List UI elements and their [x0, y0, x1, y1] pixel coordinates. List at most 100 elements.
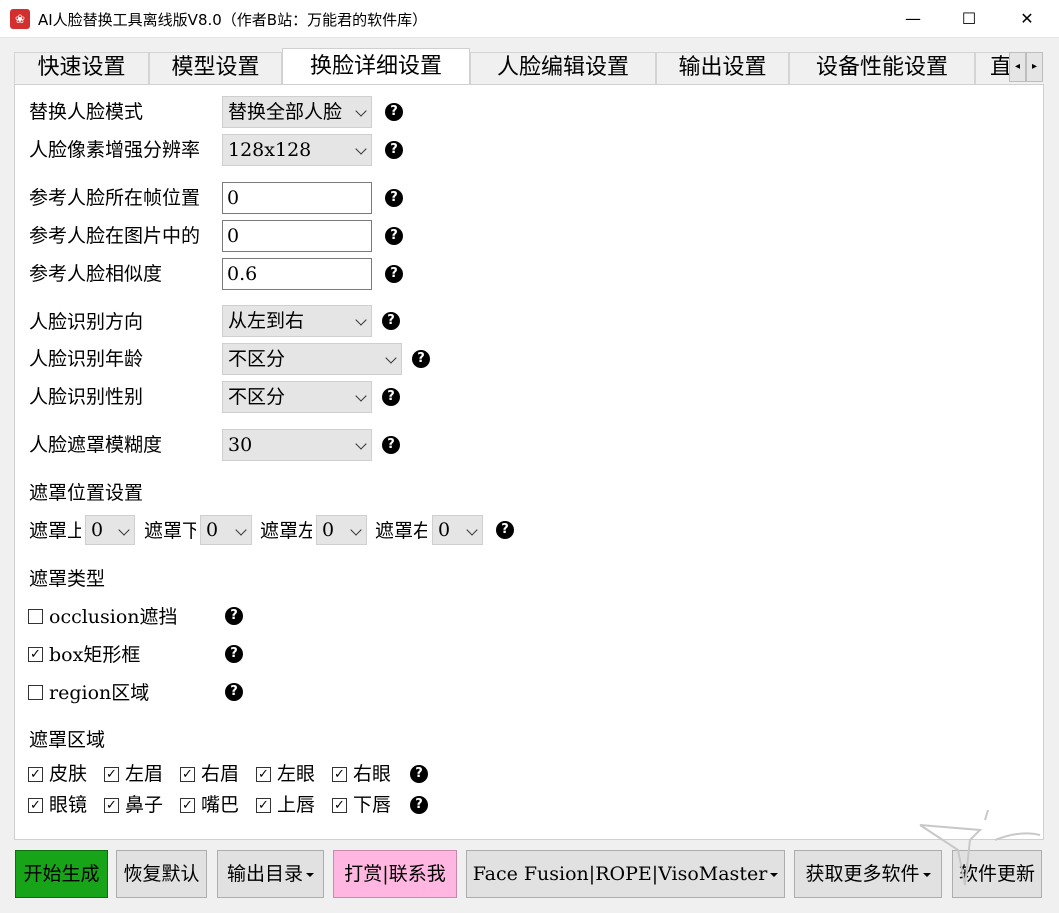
maximize-button[interactable]: ☐: [940, 0, 998, 38]
enhance-resolution-select[interactable]: 128x128: [222, 134, 372, 166]
mask-top-label: 遮罩上: [29, 520, 81, 542]
tab-output-settings[interactable]: 输出设置: [656, 52, 789, 84]
chevron-down-icon: [118, 524, 130, 536]
ref-frame-input[interactable]: 0: [222, 182, 372, 214]
mask-left-label: 遮罩左: [260, 520, 312, 542]
minimize-button[interactable]: —: [884, 0, 942, 38]
region-mouth-label: 嘴巴: [201, 794, 240, 816]
region-glasses-label: 眼镜: [49, 794, 88, 816]
mask-bottom-select[interactable]: 0: [200, 515, 252, 545]
ref-frame-label: 参考人脸所在帧位置: [29, 187, 201, 209]
direction-select[interactable]: 从左到右: [222, 305, 372, 337]
watermark-logo: [919, 809, 1041, 886]
help-icon[interactable]: ?: [385, 141, 403, 159]
chevron-down-icon: [355, 105, 367, 117]
ref-in-image-label: 参考人脸在图片中的: [29, 225, 201, 247]
help-icon[interactable]: ?: [385, 189, 403, 207]
tab-model-settings[interactable]: 模型设置: [149, 52, 282, 84]
chevron-down-icon: [350, 524, 362, 536]
chevron-down-icon: [355, 314, 367, 326]
help-icon[interactable]: ?: [225, 645, 243, 663]
region-checkbox[interactable]: [28, 685, 43, 700]
region-right-eye-checkbox[interactable]: ✓: [332, 767, 347, 782]
box-checkbox[interactable]: ✓: [28, 647, 43, 662]
ref-similarity-label: 参考人脸相似度: [29, 263, 163, 285]
tab-scroll-left-button[interactable]: ◂: [1009, 52, 1026, 82]
region-glasses-checkbox[interactable]: ✓: [28, 798, 43, 813]
title-bar: ❀ AI人脸替换工具离线版V8.0（作者B站：万能君的软件库） — ☐ ✕: [0, 0, 1059, 38]
box-label: box矩形框: [49, 644, 141, 666]
help-icon[interactable]: ?: [385, 103, 403, 121]
mask-blur-select[interactable]: 30: [222, 429, 372, 461]
ref-similarity-input[interactable]: 0.6: [222, 258, 372, 290]
chevron-down-icon: [235, 524, 247, 536]
close-button[interactable]: ✕: [998, 0, 1056, 38]
region-right-brow-label: 右眉: [201, 763, 240, 785]
chevron-down-icon: [355, 390, 367, 402]
help-icon[interactable]: ?: [410, 765, 428, 783]
tab-scroll-right-button[interactable]: ▸: [1026, 52, 1043, 82]
mask-position-heading: 遮罩位置设置: [29, 482, 144, 504]
region-skin-checkbox[interactable]: ✓: [28, 767, 43, 782]
region-left-brow-checkbox[interactable]: ✓: [104, 767, 119, 782]
help-icon[interactable]: ?: [225, 607, 243, 625]
region-lower-lip-checkbox[interactable]: ✓: [332, 798, 347, 813]
mask-type-heading: 遮罩类型: [29, 568, 106, 590]
age-select[interactable]: 不区分: [222, 343, 402, 375]
help-icon[interactable]: ?: [382, 436, 400, 454]
help-icon[interactable]: ?: [410, 796, 428, 814]
help-icon[interactable]: ?: [496, 521, 514, 539]
region-lower-lip-label: 下唇: [353, 794, 392, 816]
gender-label: 人脸识别性别: [29, 386, 144, 408]
help-icon[interactable]: ?: [382, 312, 400, 330]
app-logo-icon: ❀: [10, 9, 30, 29]
enhance-resolution-label: 人脸像素增强分辨率: [29, 139, 201, 161]
region-upper-lip-label: 上唇: [277, 794, 316, 816]
restore-defaults-button[interactable]: 恢复默认: [116, 850, 207, 898]
chevron-down-icon: [385, 352, 397, 364]
mask-right-select[interactable]: 0: [432, 515, 483, 545]
help-icon[interactable]: ?: [385, 265, 403, 283]
face-fusion-button[interactable]: Face Fusion|ROPE|VisoMaster: [466, 850, 785, 898]
replace-mode-label: 替换人脸模式: [29, 101, 144, 123]
region-nose-checkbox[interactable]: ✓: [104, 798, 119, 813]
mask-bottom-label: 遮罩下: [144, 520, 196, 542]
tab-device-settings[interactable]: 设备性能设置: [789, 52, 975, 84]
mask-top-select[interactable]: 0: [85, 515, 135, 545]
chevron-down-icon: [466, 524, 478, 536]
window-title: AI人脸替换工具离线版V8.0（作者B站：万能君的软件库）: [38, 11, 428, 29]
age-label: 人脸识别年龄: [29, 348, 144, 370]
tab-quick-settings[interactable]: 快速设置: [14, 52, 149, 84]
help-icon[interactable]: ?: [385, 227, 403, 245]
region-mouth-checkbox[interactable]: ✓: [180, 798, 195, 813]
tab-swap-detail-settings[interactable]: 换脸详细设置: [282, 48, 470, 84]
region-left-eye-label: 左眼: [277, 763, 316, 785]
occlusion-label: occlusion遮挡: [49, 606, 178, 628]
tab-bar: 快速设置 模型设置 换脸详细设置 人脸编辑设置 输出设置 设备性能设置 直: [14, 48, 1026, 84]
help-icon[interactable]: ?: [412, 350, 430, 368]
output-dir-button[interactable]: 输出目录: [217, 850, 324, 898]
dropdown-arrow-icon: [306, 873, 314, 877]
donate-contact-button[interactable]: 打赏|联系我: [333, 850, 457, 898]
region-right-brow-checkbox[interactable]: ✓: [180, 767, 195, 782]
help-icon[interactable]: ?: [382, 388, 400, 406]
replace-mode-select[interactable]: 替换全部人脸: [222, 96, 372, 128]
mask-left-select[interactable]: 0: [316, 515, 367, 545]
region-right-eye-label: 右眼: [353, 763, 392, 785]
direction-label: 人脸识别方向: [29, 311, 144, 333]
start-generate-button[interactable]: 开始生成: [15, 850, 108, 898]
ref-in-image-input[interactable]: 0: [222, 220, 372, 252]
gender-select[interactable]: 不区分: [222, 381, 372, 413]
region-nose-label: 鼻子: [125, 794, 164, 816]
chevron-down-icon: [355, 438, 367, 450]
mask-right-label: 遮罩右: [375, 520, 427, 542]
help-icon[interactable]: ?: [225, 683, 243, 701]
region-left-eye-checkbox[interactable]: ✓: [256, 767, 271, 782]
region-skin-label: 皮肤: [49, 763, 88, 785]
region-left-brow-label: 左眉: [125, 763, 164, 785]
tab-face-edit-settings[interactable]: 人脸编辑设置: [470, 52, 656, 84]
region-label: region区域: [49, 682, 150, 704]
occlusion-checkbox[interactable]: [28, 609, 43, 624]
region-upper-lip-checkbox[interactable]: ✓: [256, 798, 271, 813]
dropdown-arrow-icon: [770, 873, 779, 877]
